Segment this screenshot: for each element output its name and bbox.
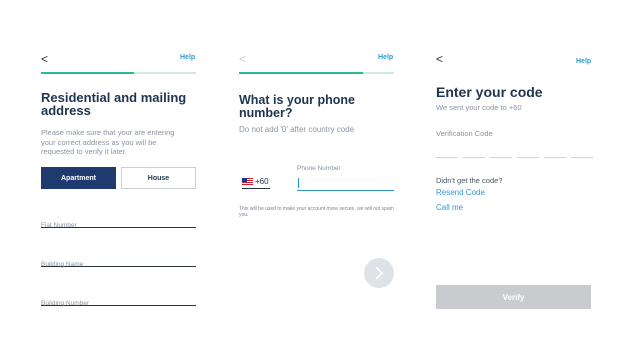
verification-code-label: Verification Code — [436, 129, 493, 138]
progress-bar — [239, 72, 394, 74]
verify-button[interactable]: Verify — [436, 285, 591, 309]
flat-number-field[interactable] — [41, 214, 196, 229]
code-digit-box[interactable] — [517, 157, 539, 158]
phone-number-field[interactable] — [297, 177, 394, 191]
page-title: What is your phone number? — [239, 93, 355, 120]
verification-code-input[interactable] — [436, 157, 593, 158]
house-option-button[interactable]: House — [121, 167, 196, 189]
country-code: +60 — [255, 177, 269, 186]
privacy-note: This will be used to make your account m… — [239, 206, 394, 218]
code-digit-box[interactable] — [490, 157, 512, 158]
code-digit-box[interactable] — [544, 157, 566, 158]
apartment-option-button[interactable]: Apartment — [41, 167, 116, 189]
code-digit-box[interactable] — [463, 157, 485, 158]
page-subtitle: We sent your code to +60 — [436, 103, 522, 112]
building-name-field[interactable] — [41, 253, 196, 268]
page-title: Residential and mailing address — [41, 90, 187, 118]
help-link[interactable]: Help — [180, 54, 195, 61]
help-link[interactable]: Help — [378, 54, 393, 61]
back-button[interactable]: < — [436, 52, 443, 66]
malaysia-flag-icon — [242, 178, 253, 185]
call-me-link[interactable]: Call me — [436, 203, 463, 212]
page-subtitle: Please make sure that your are entering … — [41, 128, 175, 156]
page-subtitle: Do not add '0' after country code — [239, 125, 355, 134]
building-name-input[interactable] — [41, 261, 196, 268]
country-code-selector[interactable]: +60 — [242, 177, 270, 189]
text-cursor — [298, 178, 299, 188]
back-button[interactable]: < — [239, 52, 246, 66]
help-link[interactable]: Help — [576, 58, 591, 65]
progress-fill — [41, 72, 134, 74]
progress-bar — [41, 72, 196, 74]
verification-screen: < Help Enter your code We sent your code… — [426, 0, 639, 360]
flat-number-input[interactable] — [41, 222, 196, 229]
building-number-input[interactable] — [41, 300, 196, 307]
building-number-field[interactable] — [41, 292, 196, 307]
resend-code-link[interactable]: Resend Code — [436, 188, 485, 197]
progress-fill — [239, 72, 363, 74]
phone-number-label: Phone Number — [297, 165, 341, 172]
code-digit-box[interactable] — [571, 157, 593, 158]
chevron-right-icon — [375, 266, 384, 280]
code-digit-box[interactable] — [436, 157, 458, 158]
back-button[interactable]: < — [41, 52, 48, 66]
next-button[interactable] — [364, 258, 394, 288]
phone-screen: < Help What is your phone number? Do not… — [213, 0, 426, 360]
page-title: Enter your code — [436, 84, 543, 100]
address-screen: < Help Residential and mailing address P… — [0, 0, 213, 360]
no-code-text: Didn't get the code? — [436, 176, 503, 185]
